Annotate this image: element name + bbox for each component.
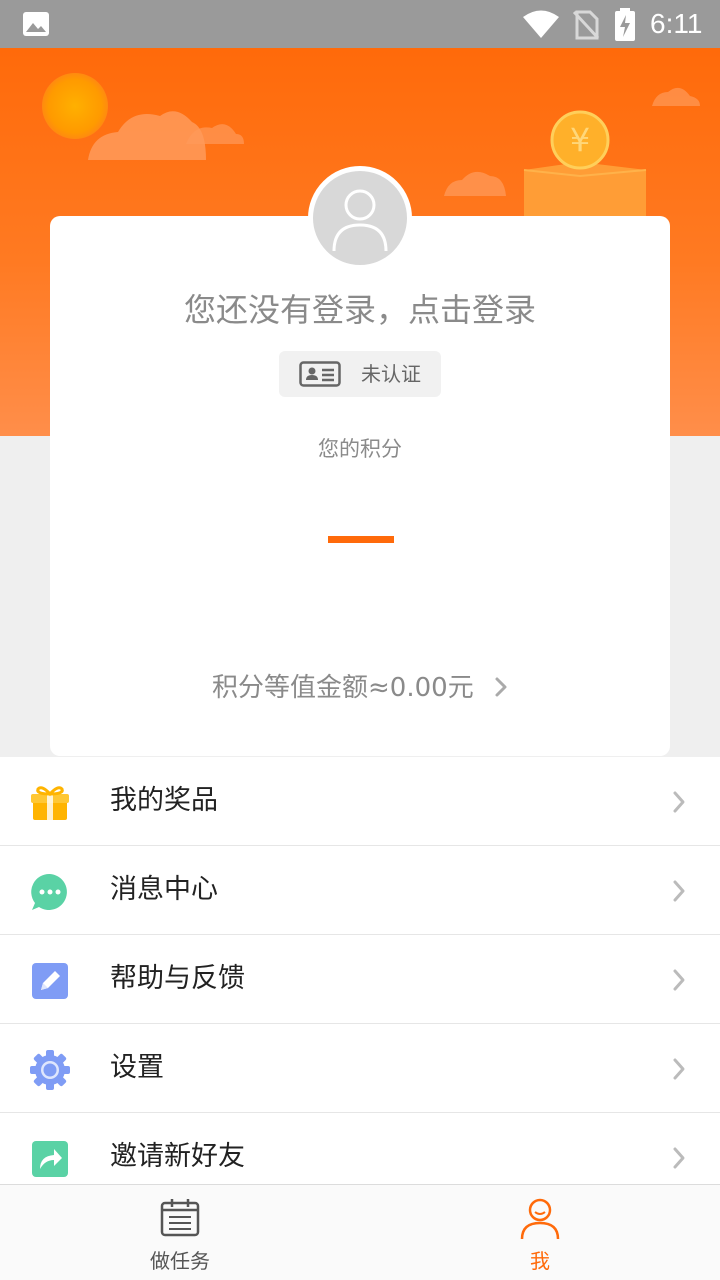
menu-item-settings[interactable]: 设置: [0, 1024, 720, 1113]
menu-item-label: 我的奖品: [110, 785, 218, 816]
edit-icon: [32, 963, 68, 999]
menu-list: 我的奖品 消息中心 帮助与反馈 设置 邀请新好友: [0, 757, 720, 1202]
coin-box-decoration: ¥: [523, 110, 647, 218]
chevron-right-icon: [673, 969, 685, 991]
chevron-right-icon: [495, 677, 507, 696]
svg-text:¥: ¥: [570, 121, 590, 159]
tab-tasks[interactable]: 做任务: [0, 1185, 360, 1280]
calendar-icon: [160, 1199, 200, 1237]
user-silhouette-icon: [332, 189, 388, 252]
verify-status-badge[interactable]: 未认证: [279, 351, 441, 397]
avatar[interactable]: [308, 166, 412, 270]
chevron-right-icon: [673, 791, 685, 813]
wifi-icon: [523, 10, 559, 38]
status-time: 6:11: [650, 8, 703, 39]
menu-item-my-prizes[interactable]: 我的奖品: [0, 757, 720, 846]
menu-item-message-center[interactable]: 消息中心: [0, 846, 720, 935]
login-prompt[interactable]: 您还没有登录，点击登录: [0, 290, 720, 330]
tab-me[interactable]: 我: [360, 1185, 720, 1280]
gear-icon: [30, 1050, 70, 1090]
points-label: 您的积分: [318, 437, 402, 461]
points-value: —: [328, 536, 394, 543]
person-icon: [520, 1198, 560, 1240]
battery-charging-icon: [615, 8, 635, 41]
bottom-navigation: 做任务 我: [0, 1184, 720, 1280]
message-icon: [31, 873, 67, 910]
no-sim-icon: [572, 10, 600, 40]
id-card-icon: [299, 361, 341, 387]
gift-icon: [31, 786, 69, 820]
status-bar: 6:11: [0, 0, 720, 48]
chevron-right-icon: [673, 1147, 685, 1169]
tab-tasks-label: 做任务: [150, 1249, 210, 1273]
menu-item-label: 消息中心: [110, 874, 218, 905]
chevron-right-icon: [673, 880, 685, 902]
tab-me-label: 我: [530, 1249, 550, 1273]
menu-item-help-feedback[interactable]: 帮助与反馈: [0, 935, 720, 1024]
points-equivalent-link[interactable]: 积分等值金额≈0.00元: [0, 670, 720, 706]
chevron-right-icon: [673, 1058, 685, 1080]
menu-item-label: 帮助与反馈: [110, 963, 245, 994]
menu-item-label: 设置: [110, 1052, 164, 1083]
gallery-icon: [23, 12, 49, 36]
menu-item-label: 邀请新好友: [110, 1141, 245, 1172]
share-icon: [32, 1141, 68, 1177]
verify-status-label: 未认证: [361, 362, 421, 386]
points-equivalent-text: 积分等值金额≈0.00元: [212, 673, 474, 703]
